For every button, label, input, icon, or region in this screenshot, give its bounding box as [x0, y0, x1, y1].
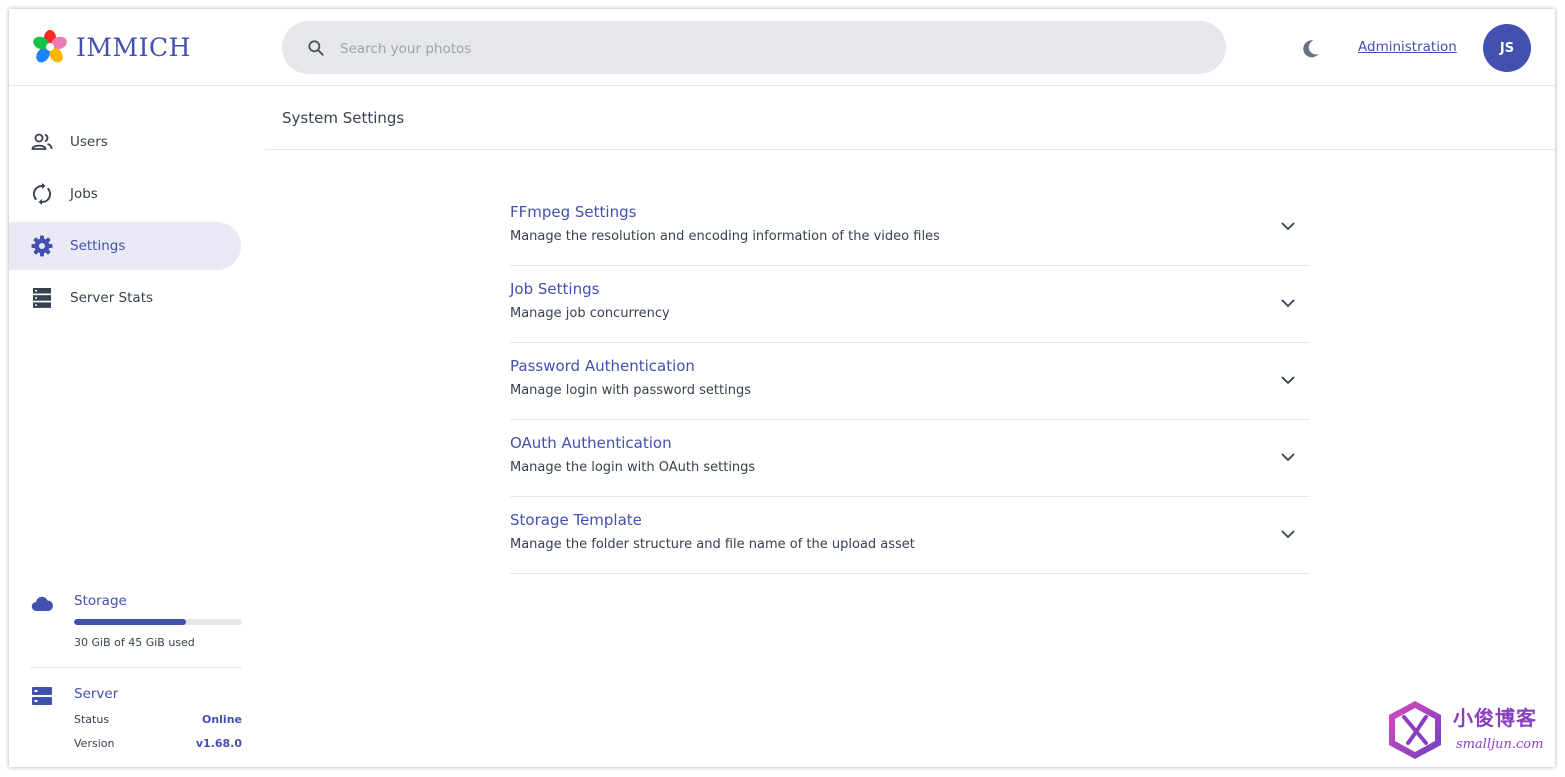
section-title: FFmpeg Settings — [510, 203, 637, 221]
sync-icon — [32, 183, 52, 205]
watermark-subtitle: smalljun.com — [1456, 737, 1544, 752]
search-input[interactable] — [338, 21, 1202, 76]
storage-progress-bar — [74, 619, 242, 625]
section-title: Password Authentication — [510, 357, 695, 375]
server-version-label: Version — [74, 737, 115, 750]
settings-section-ffmpeg[interactable]: FFmpeg Settings Manage the resolution an… — [510, 189, 1310, 266]
server-title: Server — [74, 686, 119, 702]
page-header: System Settings — [265, 86, 1555, 150]
settings-section-jobs[interactable]: Job Settings Manage job concurrency — [510, 266, 1310, 343]
app-window: IMMICH Administration JS Users — [9, 9, 1555, 767]
sidebar-item-label: Server Stats — [70, 290, 154, 306]
server-stack-icon — [33, 288, 51, 308]
server-version-value: v1.68.0 — [195, 737, 242, 750]
app-logo[interactable]: IMMICH — [32, 27, 191, 67]
search-bar[interactable] — [282, 21, 1226, 76]
sidebar: Users Jobs Settings Server Stats Storage… — [9, 86, 265, 767]
page-title: System Settings — [282, 109, 405, 127]
section-description: Manage login with password settings — [510, 383, 751, 398]
sidebar-item-server-stats[interactable]: Server Stats — [9, 274, 241, 322]
storage-progress-fill — [74, 619, 187, 625]
gear-icon — [31, 235, 53, 257]
sidebar-item-label: Settings — [70, 238, 126, 254]
section-description: Manage the login with OAuth settings — [510, 460, 756, 475]
moon-icon[interactable] — [1298, 37, 1322, 61]
server-icon — [32, 687, 52, 705]
settings-list: FFmpeg Settings Manage the resolution an… — [510, 189, 1310, 574]
settings-section-oauth[interactable]: OAuth Authentication Manage the login wi… — [510, 420, 1310, 497]
chevron-down-icon[interactable] — [1278, 216, 1298, 236]
section-description: Manage job concurrency — [510, 306, 670, 321]
app-name: IMMICH — [76, 32, 191, 62]
section-title: Storage Template — [510, 511, 642, 529]
section-title: Job Settings — [510, 280, 600, 298]
section-title: OAuth Authentication — [510, 434, 672, 452]
server-status-label: Status — [74, 713, 110, 726]
chevron-down-icon[interactable] — [1278, 524, 1298, 544]
users-icon — [31, 133, 53, 150]
settings-section-storage-template[interactable]: Storage Template Manage the folder struc… — [510, 497, 1310, 574]
storage-usage-text: 30 GiB of 45 GiB used — [74, 636, 195, 649]
search-icon — [308, 40, 324, 56]
server-status-value: Online — [201, 713, 242, 726]
section-description: Manage the folder structure and file nam… — [510, 537, 915, 552]
sidebar-item-label: Users — [70, 134, 108, 150]
sidebar-divider — [30, 667, 242, 668]
chevron-down-icon[interactable] — [1278, 447, 1298, 467]
chevron-down-icon[interactable] — [1278, 370, 1298, 390]
sidebar-item-label: Jobs — [70, 186, 98, 202]
section-description: Manage the resolution and encoding infor… — [510, 229, 940, 244]
administration-link[interactable]: Administration — [1358, 39, 1457, 55]
user-avatar[interactable]: JS — [1483, 24, 1531, 72]
settings-section-password-auth[interactable]: Password Authentication Manage login wit… — [510, 343, 1310, 420]
cloud-icon — [31, 596, 54, 612]
storage-title: Storage — [74, 593, 127, 609]
sidebar-item-jobs[interactable]: Jobs — [9, 170, 241, 218]
sidebar-item-settings[interactable]: Settings — [9, 222, 241, 270]
sidebar-item-users[interactable]: Users — [9, 118, 241, 166]
watermark: 小俊博客 smalljun.com — [1386, 699, 1546, 761]
immich-logo-icon — [33, 30, 67, 63]
watermark-logo-icon — [1389, 701, 1441, 759]
watermark-title: 小俊博客 — [1453, 706, 1537, 730]
top-bar: IMMICH Administration JS — [9, 9, 1555, 86]
chevron-down-icon[interactable] — [1278, 293, 1298, 313]
